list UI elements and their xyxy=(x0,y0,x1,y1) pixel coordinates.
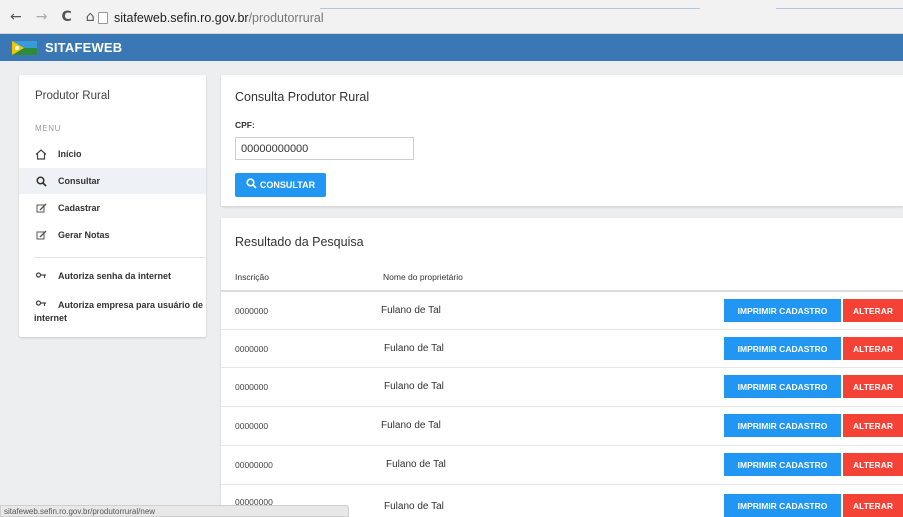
consulta-title: Consulta Produtor Rural xyxy=(235,90,370,104)
consultar-button-label: CONSULTAR xyxy=(259,180,316,190)
inscricao-cell: 0000000 xyxy=(235,344,269,354)
table-row: 0000000 Fulano de Tal IMPRIMIR CADASTRO … xyxy=(221,290,903,328)
table-row: 0000000 Fulano de Tal IMPRIMIR CADASTRO … xyxy=(221,406,903,444)
alterar-button[interactable]: ALTERAR xyxy=(843,337,903,360)
consulta-card: Consulta Produtor Rural CPF: CONSULTAR xyxy=(221,75,903,206)
browser-toolbar: ← → C ⌂ sitafeweb.sefin.ro.gov.br/produt… xyxy=(0,0,903,34)
imprimir-cadastro-button[interactable]: IMPRIMIR CADASTRO xyxy=(724,414,841,437)
imprimir-cadastro-button[interactable]: IMPRIMIR CADASTRO xyxy=(724,375,841,398)
edit-icon xyxy=(34,230,48,241)
nome-cell: Fulano de Tal xyxy=(384,501,444,512)
forward-icon[interactable]: → xyxy=(36,10,48,24)
table-row: 0000000 Fulano de Tal IMPRIMIR CADASTRO … xyxy=(221,367,903,405)
key-icon xyxy=(34,271,48,281)
alterar-button[interactable]: ALTERAR xyxy=(843,414,903,437)
imprimir-cadastro-button[interactable]: IMPRIMIR CADASTRO xyxy=(724,299,841,322)
url-path: /produtorrural xyxy=(248,11,324,25)
sidebar-item-cadastrar[interactable]: Cadastrar xyxy=(19,195,206,221)
nome-cell: Fulano de Tal xyxy=(381,420,441,431)
imprimir-cadastro-button[interactable]: IMPRIMIR CADASTRO xyxy=(724,453,841,476)
nome-cell: Fulano de Tal xyxy=(384,381,444,392)
inscricao-cell: 0000000 xyxy=(235,306,269,316)
edit-icon xyxy=(34,203,48,214)
app-title: SITAFEWEB xyxy=(45,40,123,55)
home-icon[interactable]: ⌂ xyxy=(86,10,95,24)
page-icon xyxy=(98,12,108,24)
sidebar-item-autoriza-senha[interactable]: Autoriza senha da internet xyxy=(19,263,206,289)
nome-cell: Fulano de Tal xyxy=(381,305,441,316)
url-host: sitafeweb.sefin.ro.gov.br xyxy=(114,11,249,25)
alterar-button[interactable]: ALTERAR xyxy=(843,494,903,517)
resultado-card: Resultado da Pesquisa Inscrição Nome do … xyxy=(221,218,903,517)
flag-logo-icon xyxy=(12,40,37,55)
back-icon[interactable]: ← xyxy=(10,10,22,24)
home-icon xyxy=(34,148,48,160)
sidebar-item-autoriza-empresa[interactable]: Autoriza empresa para usuário de interne… xyxy=(19,299,206,325)
imprimir-cadastro-button[interactable]: IMPRIMIR CADASTRO xyxy=(724,494,841,517)
cpf-label: CPF: xyxy=(235,120,255,130)
sidebar-item-label: Autoriza empresa para usuário de interne… xyxy=(34,300,204,323)
menu-label: MENU xyxy=(35,124,61,133)
alterar-button[interactable]: ALTERAR xyxy=(843,453,903,476)
reload-icon[interactable]: C xyxy=(61,10,71,24)
status-url-bubble: sitafeweb.sefin.ro.gov.br/produtorrural/… xyxy=(0,505,349,517)
alterar-button[interactable]: ALTERAR xyxy=(843,375,903,398)
search-icon xyxy=(246,178,257,192)
consultar-button[interactable]: CONSULTAR xyxy=(235,173,326,197)
sidebar-item-label: Consultar xyxy=(58,176,101,186)
address-bar[interactable]: sitafeweb.sefin.ro.gov.br/produtorrural xyxy=(98,9,324,27)
table-row: 0000000 Fulano de Tal IMPRIMIR CADASTRO … xyxy=(221,329,903,367)
sidebar-item-gerar-notas[interactable]: Gerar Notas xyxy=(19,222,206,248)
key-icon xyxy=(34,300,48,309)
tab-strip-line xyxy=(776,8,903,9)
menu-divider xyxy=(34,257,206,258)
inscricao-cell: 0000000 xyxy=(235,382,269,392)
sidebar-item-label: Gerar Notas xyxy=(58,230,110,240)
search-icon xyxy=(34,175,48,187)
alterar-button[interactable]: ALTERAR xyxy=(843,299,903,322)
nome-cell: Fulano de Tal xyxy=(384,343,444,354)
imprimir-cadastro-button[interactable]: IMPRIMIR CADASTRO xyxy=(724,337,841,360)
resultado-title: Resultado da Pesquisa xyxy=(235,235,364,249)
table-row: 00000000 Fulano de Tal IMPRIMIR CADASTRO… xyxy=(221,445,903,483)
column-header-inscricao: Inscrição xyxy=(235,272,270,282)
sidebar-item-inicio[interactable]: Início xyxy=(19,141,206,167)
column-header-nome: Nome do proprietário xyxy=(383,272,463,282)
sidebar-title: Produtor Rural xyxy=(35,90,110,102)
nome-cell: Fulano de Tal xyxy=(386,459,446,470)
sidebar-item-label: Autoriza senha da internet xyxy=(58,271,172,281)
app-header: SITAFEWEB xyxy=(0,34,903,61)
sidebar-item-consultar[interactable]: Consultar xyxy=(19,168,206,194)
sidebar: Produtor Rural MENU Início Consultar Cad… xyxy=(19,75,206,337)
inscricao-cell: 00000000 xyxy=(235,460,273,470)
sidebar-item-label: Cadastrar xyxy=(58,203,101,213)
sidebar-item-label: Início xyxy=(58,149,82,159)
tab-strip-line xyxy=(320,8,700,9)
inscricao-cell: 0000000 xyxy=(235,421,269,431)
cpf-input[interactable] xyxy=(235,137,414,160)
